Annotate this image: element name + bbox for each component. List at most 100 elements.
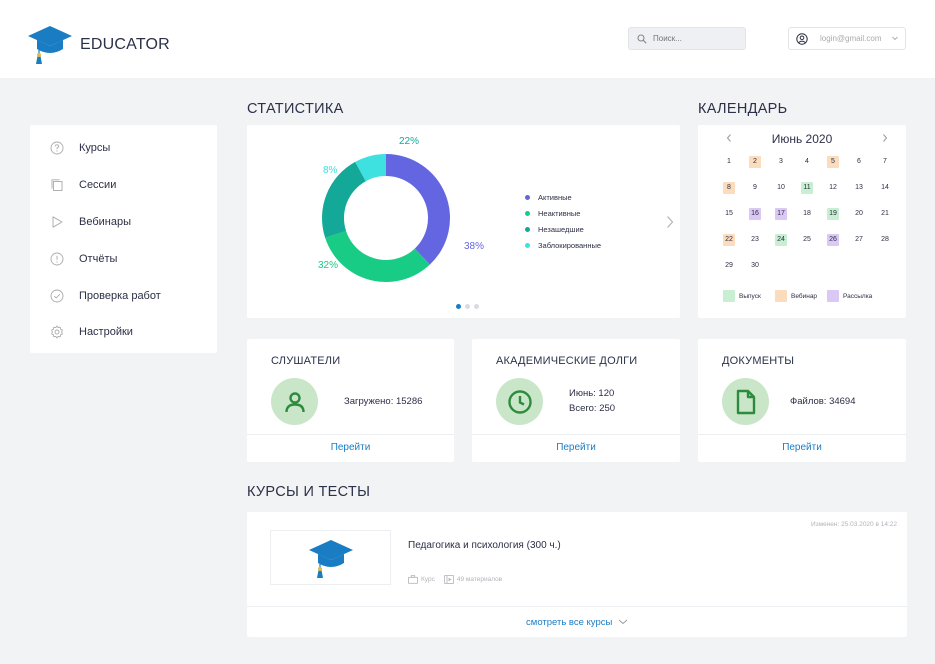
- calendar-day[interactable]: 29: [723, 260, 735, 272]
- sidebar-item-sessions[interactable]: Сессии: [50, 175, 116, 195]
- calendar-day[interactable]: 14: [879, 182, 891, 194]
- account-email: login@gmail.com: [820, 34, 882, 43]
- debts-card: АКАДЕМИЧЕСКИЕ ДОЛГИ Июнь: 120 Всего: 250…: [472, 339, 680, 462]
- debts-title: АКАДЕМИЧЕСКИЕ ДОЛГИ: [496, 355, 638, 367]
- legend-item: Активные: [525, 193, 572, 202]
- calendar-day[interactable]: 30: [749, 260, 761, 272]
- calendar-day[interactable]: 18: [801, 208, 813, 220]
- view-all-courses[interactable]: смотреть все курсы: [247, 617, 907, 628]
- courses-card: Педагогика и психология (300 ч.) Изменен…: [247, 512, 907, 637]
- listeners-title: СЛУШАТЕЛИ: [271, 355, 341, 367]
- sidebar-item-label: Сессии: [79, 179, 117, 191]
- documents-count: Файлов: 34694: [790, 396, 856, 407]
- legend-item: Незашедшие: [525, 225, 584, 234]
- graduation-cap-icon: [28, 26, 72, 64]
- slice-label: 8%: [323, 165, 338, 176]
- courses-title: КУРСЫ И ТЕСТЫ: [247, 484, 371, 500]
- check-circle-icon: [50, 289, 64, 303]
- calendar-day[interactable]: 28: [879, 234, 891, 246]
- chevron-down-icon: [618, 619, 628, 625]
- play-icon: [52, 216, 63, 228]
- calendar-day[interactable]: 13: [853, 182, 865, 194]
- legend-mailing: Рассылка: [827, 290, 872, 302]
- legend-label: Неактивные: [538, 209, 581, 218]
- calendar-day[interactable]: 3: [775, 156, 787, 168]
- calendar-title: КАЛЕНДАРЬ: [698, 101, 788, 117]
- calendar-day[interactable]: 1: [723, 156, 735, 168]
- slice-label: 32%: [318, 260, 338, 271]
- sidebar-item-label: Проверка работ: [79, 290, 161, 302]
- legend-dot: [525, 227, 530, 232]
- calendar-day[interactable]: 24: [775, 234, 787, 246]
- legend-webinar: Вебинар: [775, 290, 817, 302]
- donut-slice[interactable]: [325, 230, 430, 282]
- legend-label: Вебинар: [791, 292, 818, 300]
- legend-dot: [525, 211, 530, 216]
- sidebar-item-courses[interactable]: Курсы: [50, 138, 110, 158]
- sidebar: Курсы Сессии Вебинары Отчёты Проверка ра…: [30, 125, 217, 353]
- stats-card: 38% 32% 22% 8% Активные Неактивные Незашедшие…: [247, 125, 680, 318]
- calendar-day[interactable]: 10: [775, 182, 787, 194]
- course-materials: 49 материалов: [456, 576, 503, 583]
- legend-swatch: [775, 290, 787, 302]
- course-name[interactable]: Педагогика и психология (300 ч.): [408, 540, 561, 551]
- calendar-day[interactable]: 6: [853, 156, 865, 168]
- logo[interactable]: EDUCATOR: [28, 24, 170, 66]
- course-thumbnail[interactable]: [270, 530, 391, 585]
- calendar-day[interactable]: 15: [723, 208, 735, 220]
- course-meta: Курс 49 материалов: [408, 575, 502, 584]
- calendar-day[interactable]: 17: [775, 208, 787, 220]
- user-icon: [284, 391, 305, 412]
- carousel-dot-active[interactable]: [456, 304, 461, 309]
- calendar-day[interactable]: 12: [827, 182, 839, 194]
- chevron-right-icon[interactable]: [881, 133, 889, 143]
- documents-link[interactable]: Перейти: [698, 442, 906, 453]
- account-dropdown[interactable]: login@gmail.com: [788, 27, 906, 50]
- calendar-day[interactable]: 25: [801, 234, 813, 246]
- film-icon: [444, 575, 454, 584]
- legend-label: Выпуск: [739, 292, 761, 300]
- legend-label: Незашедшие: [538, 225, 584, 234]
- documents-badge: [722, 378, 769, 425]
- calendar-day[interactable]: 23: [749, 234, 761, 246]
- calendar-day[interactable]: 2: [749, 156, 761, 168]
- sidebar-item-label: Курсы: [79, 142, 111, 154]
- calendar-day[interactable]: 9: [749, 182, 761, 194]
- legend-dot: [525, 195, 530, 200]
- sidebar-item-settings[interactable]: Настройки: [50, 322, 133, 342]
- calendar-day[interactable]: 21: [879, 208, 891, 220]
- calendar-day[interactable]: 26: [827, 234, 839, 246]
- calendar-day[interactable]: 7: [879, 156, 891, 168]
- carousel-dot[interactable]: [474, 304, 479, 309]
- calendar-day[interactable]: 4: [801, 156, 813, 168]
- search-box[interactable]: [628, 27, 746, 50]
- listeners-link[interactable]: Перейти: [247, 442, 454, 453]
- sidebar-item-review[interactable]: Проверка работ: [50, 286, 161, 306]
- info-circle-icon: [50, 252, 64, 266]
- donut-slice[interactable]: [386, 154, 450, 265]
- calendar-day[interactable]: 8: [723, 182, 735, 194]
- question-circle-icon: [50, 141, 64, 155]
- debts-link[interactable]: Перейти: [472, 442, 680, 453]
- debts-badge: [496, 378, 543, 425]
- calendar-day[interactable]: 11: [801, 182, 813, 194]
- calendar-day[interactable]: 27: [853, 234, 865, 246]
- user-circle-icon: [796, 32, 808, 45]
- sidebar-item-reports[interactable]: Отчёты: [50, 249, 117, 269]
- calendar-day[interactable]: 19: [827, 208, 839, 220]
- briefcase-icon: [408, 575, 418, 584]
- calendar-day[interactable]: 5: [827, 156, 839, 168]
- chevron-right-icon[interactable]: [665, 215, 675, 229]
- stats-title: СТАТИСТИКА: [247, 101, 344, 117]
- debts-values: Июнь: 120 Всего: 250: [569, 386, 615, 416]
- calendar-day[interactable]: 20: [853, 208, 865, 220]
- search-input[interactable]: [653, 34, 733, 43]
- carousel-dot[interactable]: [465, 304, 470, 309]
- legend-item: Неактивные: [525, 209, 580, 218]
- slice-label: 22%: [399, 136, 419, 147]
- sidebar-item-webinars[interactable]: Вебинары: [50, 212, 131, 232]
- calendar-day[interactable]: 16: [749, 208, 761, 220]
- course-type: Курс: [421, 576, 435, 583]
- calendar-day[interactable]: 22: [723, 234, 735, 246]
- carousel-dots: [456, 304, 479, 309]
